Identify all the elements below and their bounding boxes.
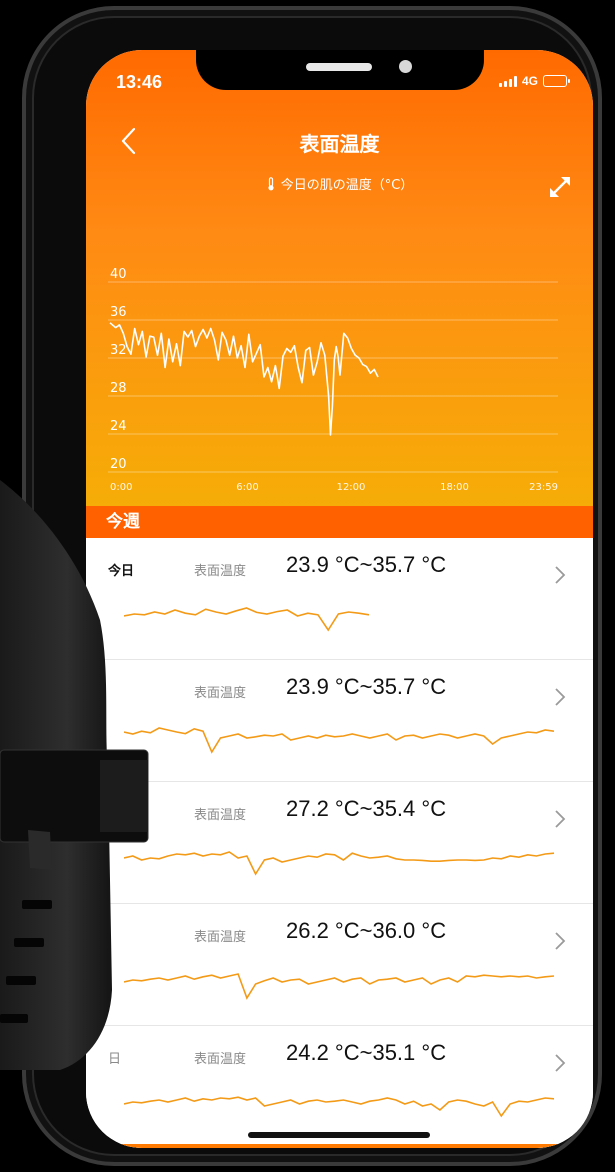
temperature-range: 24.2 °C~35.1 °C: [286, 1040, 447, 1065]
day-sparkline: [124, 607, 370, 632]
speaker: [306, 63, 372, 71]
chevron-right-icon: [555, 810, 566, 828]
temperature-series-line: [109, 322, 379, 436]
metric-label: 表面温度: [194, 930, 247, 945]
chart-subtitle: 今日の肌の温度（°C）: [86, 174, 593, 193]
day-sparkline: [124, 1096, 554, 1118]
day-sparkline: [124, 727, 554, 754]
chevron-right-icon: [555, 1054, 566, 1072]
battery-icon: [543, 75, 570, 87]
sparkline-path: [124, 1096, 554, 1118]
day-row[interactable]: 日 表面温度 24.2 °C~35.1 °C: [86, 1026, 593, 1148]
sparkline-path: [124, 973, 554, 1000]
x-tick-label: 0:00: [110, 482, 132, 493]
day-row[interactable]: 表面温度 23.9 °C~35.7 °C: [86, 660, 593, 782]
day-label: 日: [108, 1052, 122, 1067]
temperature-range: 23.9 °C~35.7 °C: [286, 674, 447, 699]
notch: [196, 50, 484, 90]
y-tick-label: 20: [110, 457, 127, 472]
page-title: 表面温度: [299, 132, 380, 156]
sparkline-path: [124, 607, 370, 632]
chevron-right-icon: [555, 932, 566, 950]
signal-icon: [498, 75, 517, 87]
y-tick-label: 24: [110, 419, 127, 434]
daily-list: 今日 表面温度 23.9 °C~35.7 °C 表面温度 23.9 °C~35.7 °C…: [86, 538, 593, 1148]
day-row[interactable]: 表面温度 27.2 °C~35.4 °C: [86, 782, 593, 904]
y-tick-label: 40: [110, 267, 127, 282]
front-camera: [399, 60, 412, 73]
x-tick-label: 6:00: [236, 482, 258, 493]
y-tick-label: 36: [110, 305, 127, 320]
sparkline-path: [124, 727, 554, 754]
day-sparkline: [124, 851, 554, 876]
day-row[interactable]: 今日 表面温度 23.9 °C~35.7 °C: [86, 538, 593, 660]
metric-label: 表面温度: [194, 808, 247, 823]
chevron-right-icon: [555, 566, 566, 584]
app-screen: 13:46 4G 表面温度 今日の肌の温度（°C） 40 36 32 28 24 20 0:…: [86, 50, 593, 1148]
x-tick-label: 23:59: [529, 482, 558, 493]
status-time: 13:46: [116, 72, 163, 92]
temperature-range: 26.2 °C~36.0 °C: [286, 918, 447, 943]
metric-label: 表面温度: [194, 686, 247, 701]
metric-label: 表面温度: [194, 564, 247, 579]
y-tick-label: 28: [110, 381, 127, 396]
home-indicator[interactable]: [248, 1132, 430, 1138]
network-label: 4G: [521, 74, 538, 88]
phone-frame: 13:46 4G 表面温度 今日の肌の温度（°C） 40 36 32 28 24 20 0:…: [22, 6, 602, 1166]
week-section-header: 今週: [86, 506, 593, 538]
x-tick-label: 18:00: [440, 482, 469, 493]
thermometer-icon: [268, 176, 274, 190]
metric-label: 表面温度: [194, 1052, 247, 1067]
chart-subtitle-text: 今日の肌の温度（°C）: [280, 178, 414, 193]
day-sparkline: [124, 973, 554, 1000]
x-tick-label: 12:00: [337, 482, 366, 493]
temperature-range: 27.2 °C~35.4 °C: [286, 796, 447, 821]
sparkline-path: [124, 851, 554, 876]
expand-icon[interactable]: [547, 174, 573, 200]
chevron-right-icon: [555, 688, 566, 706]
day-row[interactable]: 表面温度 26.2 °C~36.0 °C: [86, 904, 593, 1026]
bottom-accent-strip: [86, 1144, 593, 1148]
status-indicators: 4G: [498, 74, 570, 88]
y-tick-label: 32: [110, 343, 127, 358]
temperature-chart: 40 36 32 28 24 20 0:00 6:00 12:00 18:00 23:59: [108, 267, 558, 493]
day-label: 今日: [108, 564, 135, 579]
temperature-range: 23.9 °C~35.7 °C: [286, 552, 447, 577]
